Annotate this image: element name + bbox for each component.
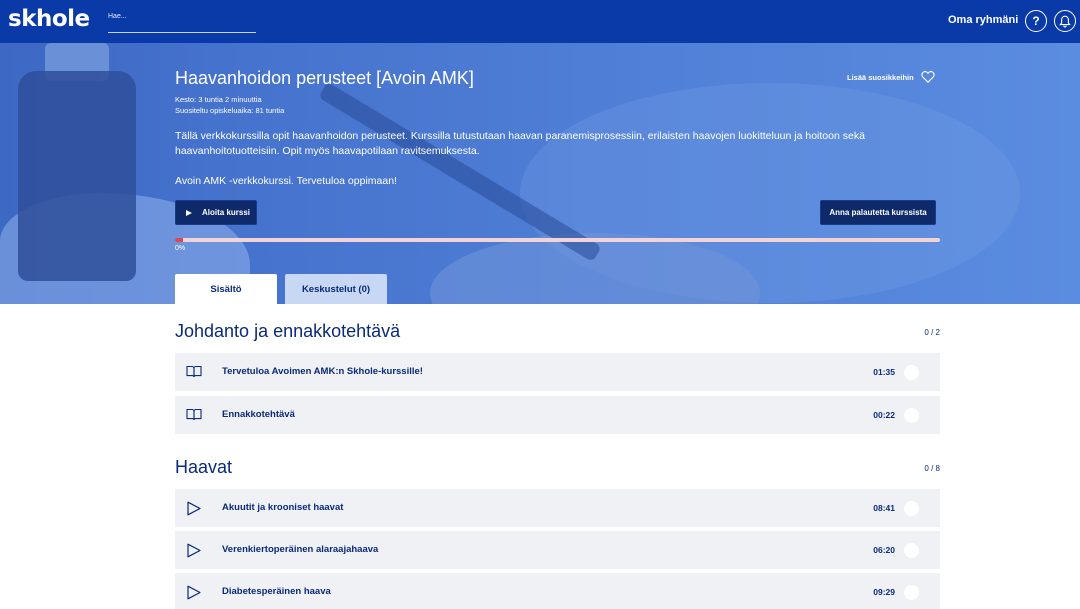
- lesson-status-indicator: [904, 585, 919, 600]
- tab-content[interactable]: Sisältö: [175, 274, 277, 304]
- course-description-note: Avoin AMK -verkkokurssi. Tervetuloa oppi…: [175, 175, 397, 187]
- start-course-label: Aloita kurssi: [202, 208, 251, 217]
- play-icon: [187, 585, 201, 600]
- lesson-row[interactable]: Tervetuloa Avoimen AMK:n Skhole-kurssill…: [175, 353, 940, 391]
- notifications-button[interactable]: [1054, 10, 1076, 32]
- lesson-duration: 08:41: [873, 503, 895, 513]
- course-duration: Kesto: 3 tuntia 2 minuuttia: [175, 95, 262, 104]
- section-progress-count: 0 / 8: [924, 464, 940, 473]
- lesson-status-indicator: [904, 365, 919, 380]
- course-title: Haavanhoidon perusteet [Avoin AMK]: [175, 68, 474, 88]
- lesson-status-indicator: [904, 501, 919, 516]
- play-icon: [187, 501, 201, 516]
- lesson-status-indicator: [904, 543, 919, 558]
- book-icon: [186, 408, 202, 421]
- lesson-row[interactable]: Akuutit ja krooniset haavat 08:41: [175, 489, 940, 527]
- course-progress-bar: [175, 238, 940, 242]
- hero-background-bottle: [18, 71, 136, 281]
- section-title: Johdanto ja ennakkotehtävä: [175, 321, 401, 341]
- lesson-duration: 09:29: [873, 587, 895, 597]
- lesson-title: Diabetesperäinen haava: [222, 586, 331, 597]
- course-study-time: Suositeltu opiskeluaika: 81 tuntia: [175, 106, 285, 115]
- add-to-favorites-link[interactable]: Lisää suosikkeihin: [847, 73, 914, 82]
- lesson-row[interactable]: Ennakkotehtävä 00:22: [175, 396, 940, 434]
- lesson-title: Akuutit ja krooniset haavat: [222, 502, 344, 513]
- search-box[interactable]: [108, 5, 256, 33]
- my-group-link[interactable]: Oma ryhmäni: [948, 14, 1018, 26]
- section-progress-count: 0 / 2: [924, 328, 940, 337]
- help-icon: ?: [1032, 14, 1040, 28]
- course-progress-fill: [175, 238, 183, 242]
- play-icon: [186, 209, 192, 216]
- book-icon: [186, 365, 202, 378]
- lesson-row[interactable]: Diabetesperäinen haava 09:29: [175, 573, 940, 609]
- help-button[interactable]: ?: [1025, 10, 1047, 32]
- search-input[interactable]: [108, 9, 256, 24]
- top-navigation: skhole Oma ryhmäni ?: [0, 0, 1080, 43]
- section-title: Haavat: [175, 457, 233, 477]
- give-feedback-button[interactable]: Anna palautetta kurssista: [820, 200, 936, 225]
- lesson-duration: 00:22: [873, 410, 895, 420]
- lesson-title: Ennakkotehtävä: [222, 409, 295, 420]
- course-hero: Haavanhoidon perusteet [Avoin AMK] Kesto…: [0, 43, 1080, 304]
- course-progress-label: 0%: [175, 245, 186, 252]
- tab-discussions[interactable]: Keskustelut (0): [285, 274, 387, 304]
- lesson-row[interactable]: Verenkiertoperäinen alaraajahaava 06:20: [175, 531, 940, 569]
- lesson-status-indicator: [904, 408, 919, 423]
- lesson-title: Tervetuloa Avoimen AMK:n Skhole-kurssill…: [222, 366, 423, 377]
- skhole-logo[interactable]: skhole: [8, 6, 90, 32]
- play-icon: [187, 543, 201, 558]
- lesson-duration: 06:20: [873, 545, 895, 555]
- course-description: Tällä verkkokurssilla opit haavanhoidon …: [175, 130, 865, 157]
- heart-icon[interactable]: [921, 70, 935, 84]
- bell-icon: [1059, 15, 1071, 27]
- lesson-title: Verenkiertoperäinen alaraajahaava: [222, 544, 379, 555]
- start-course-button[interactable]: Aloita kurssi: [175, 200, 257, 225]
- lesson-duration: 01:35: [873, 367, 895, 377]
